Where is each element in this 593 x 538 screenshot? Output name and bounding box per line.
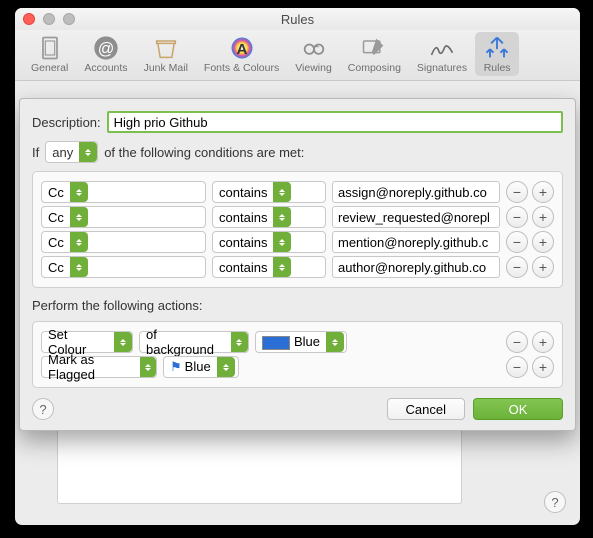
rule-edit-sheet: Description: If any of the following con… <box>19 98 576 431</box>
help-button[interactable]: ? <box>32 398 54 420</box>
condition-field-select[interactable]: Cc <box>41 231 206 253</box>
titlebar: Rules <box>15 8 580 30</box>
condition-op-select[interactable]: contains <box>212 206 326 228</box>
toolbar-signatures[interactable]: Signatures <box>409 32 475 76</box>
description-input[interactable] <box>107 111 563 133</box>
condition-value-input[interactable] <box>332 231 500 253</box>
add-condition-button[interactable]: + <box>532 231 554 253</box>
action-type-select[interactable]: Set Colour <box>41 331 133 353</box>
if-label: If <box>32 145 39 160</box>
condition-value-input[interactable] <box>332 181 500 203</box>
condition-value-input[interactable] <box>332 256 500 278</box>
accounts-icon: @ <box>92 34 120 62</box>
rules-list-area <box>57 426 462 504</box>
ok-button[interactable]: OK <box>473 398 563 420</box>
colour-swatch-icon <box>262 336 290 350</box>
window-close-button[interactable] <box>23 13 35 25</box>
action-colour-select[interactable]: Blue <box>255 331 347 353</box>
condition-field-select[interactable]: Cc <box>41 181 206 203</box>
conditions-block: Cc contains − + Cc contains − + Cc con <box>32 171 563 288</box>
fonts-colours-icon: A <box>228 34 256 62</box>
match-mode-select[interactable]: any <box>45 141 98 163</box>
add-action-button[interactable]: + <box>532 356 554 378</box>
actions-label-row: Perform the following actions: <box>32 298 563 313</box>
preferences-toolbar: General @ Accounts Junk Mail A Fonts & C… <box>15 30 580 81</box>
toolbar-junk-mail[interactable]: Junk Mail <box>136 32 196 76</box>
svg-text:@: @ <box>98 40 115 58</box>
window-zoom-button[interactable] <box>63 13 75 25</box>
toolbar-composing[interactable]: Composing <box>340 32 409 76</box>
condition-row: Cc contains − + <box>41 181 554 203</box>
remove-condition-button[interactable]: − <box>506 181 528 203</box>
condition-row: Cc contains − + <box>41 231 554 253</box>
condition-row: Cc contains − + <box>41 256 554 278</box>
junk-mail-icon <box>152 34 180 62</box>
add-action-button[interactable]: + <box>532 331 554 353</box>
condition-row: Cc contains − + <box>41 206 554 228</box>
cancel-button[interactable]: Cancel <box>387 398 465 420</box>
toolbar-fonts-colours[interactable]: A Fonts & Colours <box>196 32 287 76</box>
add-condition-button[interactable]: + <box>532 256 554 278</box>
condition-op-select[interactable]: contains <box>212 181 326 203</box>
toolbar-accounts[interactable]: @ Accounts <box>76 32 135 76</box>
remove-condition-button[interactable]: − <box>506 206 528 228</box>
window-title: Rules <box>15 12 580 27</box>
general-icon <box>36 34 64 62</box>
remove-condition-button[interactable]: − <box>506 231 528 253</box>
condition-value-input[interactable] <box>332 206 500 228</box>
sheet-footer: ? Cancel OK <box>32 398 563 420</box>
action-row: Mark as Flagged ⚑Blue − + <box>41 356 554 378</box>
if-row: If any of the following conditions are m… <box>32 141 563 163</box>
add-condition-button[interactable]: + <box>532 181 554 203</box>
window-minimize-button[interactable] <box>43 13 55 25</box>
if-suffix-label: of the following conditions are met: <box>104 145 304 160</box>
condition-op-select[interactable]: contains <box>212 256 326 278</box>
svg-text:A: A <box>236 41 247 58</box>
condition-op-select[interactable]: contains <box>212 231 326 253</box>
rules-icon <box>483 34 511 62</box>
add-condition-button[interactable]: + <box>532 206 554 228</box>
toolbar-viewing[interactable]: Viewing <box>287 32 340 76</box>
description-label: Description: <box>32 115 101 130</box>
actions-block: Set Colour of background Blue − + Mark a… <box>32 321 563 388</box>
action-flag-select[interactable]: ⚑Blue <box>163 356 239 378</box>
toolbar-general[interactable]: General <box>23 32 76 76</box>
remove-action-button[interactable]: − <box>506 356 528 378</box>
action-type-select[interactable]: Mark as Flagged <box>41 356 157 378</box>
toolbar-rules[interactable]: Rules <box>475 32 519 76</box>
remove-action-button[interactable]: − <box>506 331 528 353</box>
remove-condition-button[interactable]: − <box>506 256 528 278</box>
viewing-icon <box>300 34 328 62</box>
actions-label: Perform the following actions: <box>32 298 203 313</box>
condition-field-select[interactable]: Cc <box>41 256 206 278</box>
description-row: Description: <box>32 111 563 133</box>
signatures-icon <box>428 34 456 62</box>
composing-icon <box>360 34 388 62</box>
action-row: Set Colour of background Blue − + <box>41 331 554 353</box>
preferences-window: Rules General @ Accounts Junk Mail A Fon… <box>15 8 580 525</box>
action-target-select[interactable]: of background <box>139 331 249 353</box>
condition-field-select[interactable]: Cc <box>41 206 206 228</box>
flag-icon: ⚑ <box>170 359 182 374</box>
help-button-main[interactable]: ? <box>544 491 566 513</box>
